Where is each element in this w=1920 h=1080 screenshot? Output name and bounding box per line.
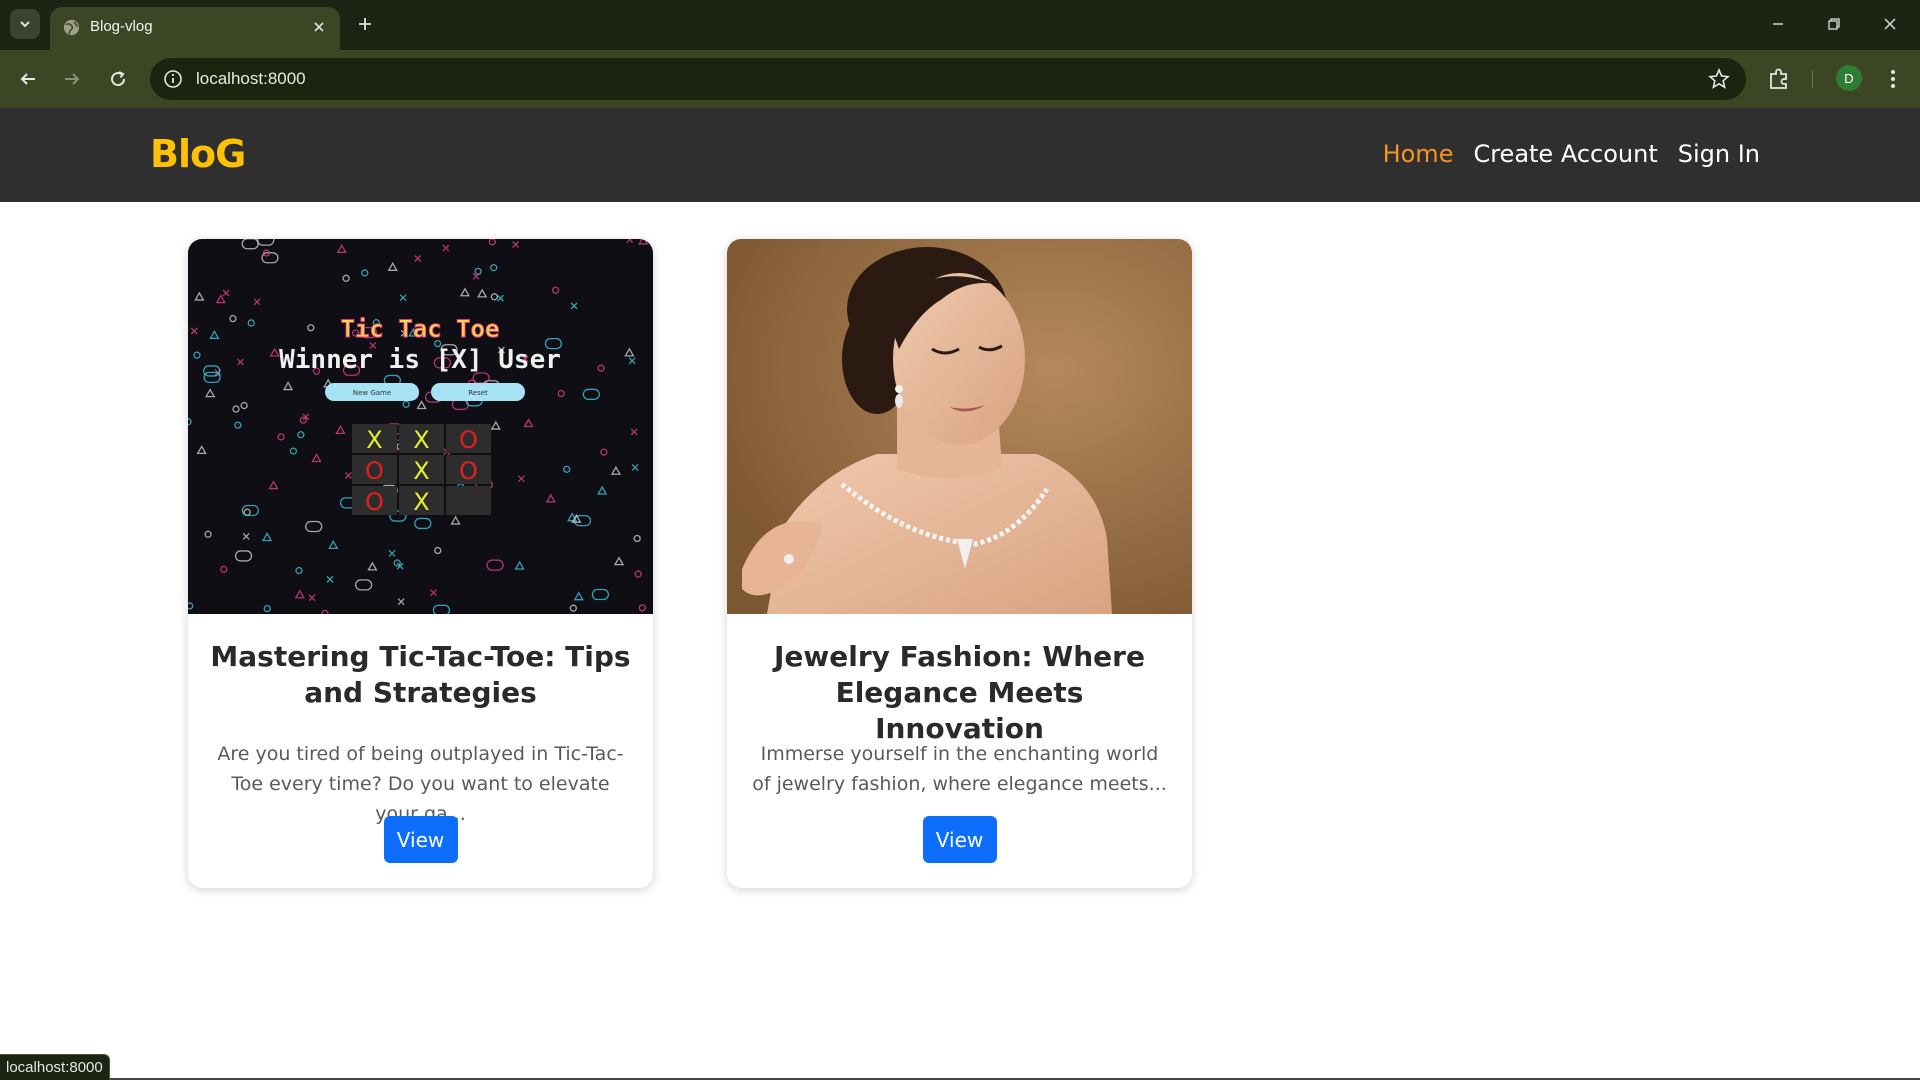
status-url-bubble: localhost:8000	[0, 1054, 110, 1080]
back-button[interactable]	[13, 64, 43, 94]
board-mark: O	[365, 457, 384, 485]
card-excerpt: Immerse yourself in the enchanting world…	[752, 743, 1167, 795]
chevron-down-icon	[20, 21, 30, 28]
view-button[interactable]: View	[922, 816, 997, 863]
nav-link-create-account[interactable]: Create Account	[1473, 140, 1657, 168]
forward-button[interactable]	[57, 64, 87, 94]
extensions-puzzle-icon[interactable]	[1766, 66, 1792, 92]
browser-tab-active[interactable]: Blog-vlog	[50, 7, 340, 50]
browser-tab-strip: Blog-vlog	[0, 0, 1920, 50]
board-mark: X	[413, 457, 429, 485]
arrow-left-icon	[20, 73, 35, 85]
globe-icon	[63, 19, 80, 36]
tab-title: Blog-vlog	[90, 18, 153, 35]
site-navbar: BloG Home Create Account Sign In	[0, 108, 1920, 202]
tab-search-button[interactable]	[10, 9, 40, 39]
kebab-menu-icon	[1891, 70, 1895, 88]
board-mark: X	[366, 426, 382, 454]
arrow-right-icon	[65, 73, 80, 85]
nav-link-home[interactable]: Home	[1383, 140, 1454, 168]
board-cell	[446, 486, 491, 515]
close-icon	[314, 22, 324, 32]
browser-menu-button[interactable]	[1880, 65, 1906, 93]
blog-card: Jewelry Fashion: Where Elegance Meets In…	[727, 239, 1192, 888]
address-bar[interactable]: localhost:8000	[150, 58, 1746, 100]
minimize-button[interactable]	[1760, 10, 1796, 38]
brand-logo[interactable]: BloG	[150, 132, 246, 176]
minimize-icon	[1773, 23, 1783, 25]
nav-link-sign-in[interactable]: Sign In	[1678, 140, 1760, 168]
profile-avatar[interactable]: D	[1836, 65, 1862, 91]
board-mark: O	[365, 488, 384, 516]
game-winner-text: Winner is [X] User	[279, 345, 561, 375]
bookmark-star-icon[interactable]	[1708, 68, 1730, 90]
reload-icon	[111, 71, 126, 87]
game-new-game-text: New Game	[353, 389, 391, 397]
card-image-tic-tac-toe: Tic Tac Toe Winner is [X] User New Game …	[188, 239, 653, 614]
window-close-button[interactable]	[1872, 10, 1908, 38]
board-mark: O	[459, 457, 478, 485]
blog-card: Tic Tac Toe Winner is [X] User New Game …	[188, 239, 653, 888]
url-text[interactable]: localhost:8000	[196, 69, 306, 89]
plus-icon	[359, 18, 371, 30]
nav-links: Home Create Account Sign In	[1383, 140, 1760, 168]
card-image-jewelry	[727, 239, 1192, 614]
toolbar-divider	[1812, 70, 1813, 88]
browser-toolbar: localhost:8000 D	[0, 50, 1920, 108]
close-icon	[1884, 18, 1896, 30]
tab-close-button[interactable]	[308, 16, 330, 38]
reload-button[interactable]	[103, 64, 133, 94]
card-title: Mastering Tic-Tac-Toe: Tips and Strategi…	[210, 640, 631, 709]
game-heading-text: Tic Tac Toe	[341, 315, 500, 343]
new-tab-button[interactable]	[352, 11, 378, 37]
board-mark: X	[413, 426, 429, 454]
view-button[interactable]: View	[383, 816, 458, 863]
restore-icon	[1828, 18, 1840, 30]
board-mark: X	[413, 488, 429, 516]
site-info-icon[interactable]	[162, 68, 184, 90]
game-reset-text: Reset	[468, 389, 488, 397]
board-mark: O	[459, 426, 478, 454]
card-title: Jewelry Fashion: Where Elegance Meets In…	[774, 640, 1145, 745]
restore-button[interactable]	[1816, 10, 1852, 38]
